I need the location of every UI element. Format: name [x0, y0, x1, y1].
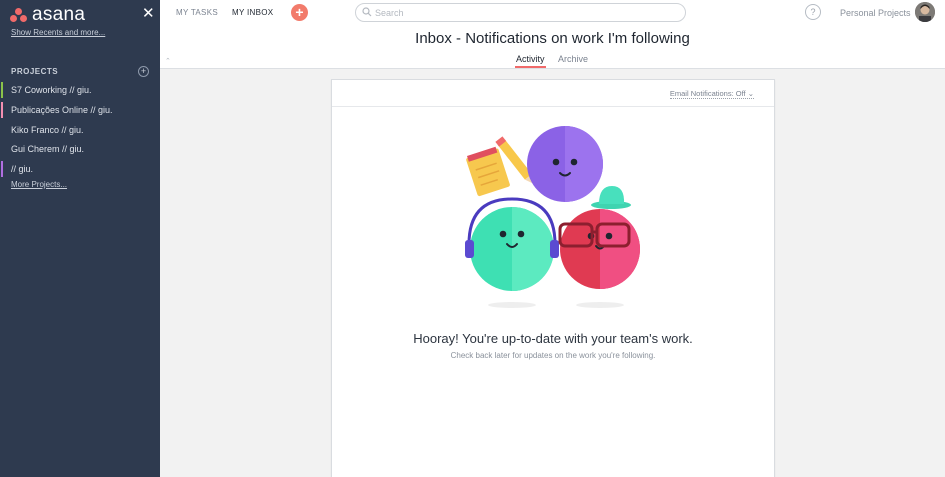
projects-heading: PROJECTS [11, 67, 59, 76]
search-icon [362, 7, 372, 17]
avatar[interactable] [915, 2, 935, 22]
project-label: Gui Cherem // giu. [11, 144, 85, 154]
help-button[interactable]: ? [805, 4, 821, 20]
add-project-icon[interactable]: + [138, 66, 149, 77]
workspace-switcher[interactable]: Personal Projects [840, 8, 911, 18]
sidebar-item-project[interactable]: Kiko Franco // giu. [0, 121, 160, 139]
card-toolbar: Email Notifications: Off ⌄ [332, 80, 774, 107]
inbox-card: Email Notifications: Off ⌄ Hooray! You'r… [331, 79, 775, 477]
logo-text: asana [32, 4, 86, 25]
asana-logo[interactable]: asana [10, 4, 85, 26]
show-recents-link[interactable]: Show Recents and more... [11, 28, 105, 37]
avatar-image [915, 2, 935, 22]
collapse-icon[interactable]: ⌃ [165, 57, 171, 65]
page-header: Inbox - Notifications on work I'm follow… [160, 26, 945, 69]
empty-state-heading: Hooray! You're up-to-date with your team… [413, 331, 693, 346]
project-color-bar [1, 102, 3, 118]
sidebar-item-project[interactable]: Gui Cherem // giu. [0, 140, 160, 158]
sidebar: asana ✕ Show Recents and more... PROJECT… [0, 0, 160, 477]
close-sidebar-icon[interactable]: ✕ [142, 4, 155, 22]
empty-state-subtext: Check back later for updates on the work… [450, 351, 656, 360]
more-projects-link[interactable]: More Projects... [11, 180, 67, 189]
search-bar[interactable] [355, 3, 686, 22]
sidebar-item-project[interactable]: Publicações Online // giu. [0, 101, 160, 119]
asana-logo-icon [10, 8, 28, 22]
search-input[interactable] [375, 6, 675, 19]
tab-activity[interactable]: Activity [515, 54, 546, 68]
sidebar-item-project[interactable]: S7 Coworking // giu. [0, 81, 160, 99]
page-title: Inbox - Notifications on work I'm follow… [415, 30, 690, 47]
project-label: // giu. [11, 164, 34, 174]
project-label: Kiko Franco // giu. [11, 125, 84, 135]
quick-add-button[interactable]: + [291, 4, 308, 21]
empty-inbox-illustration [465, 126, 640, 308]
project-label: Publicações Online // giu. [11, 105, 113, 115]
project-color-bar [1, 82, 3, 98]
top-bar: MY TASKS MY INBOX + ? Personal Projects [160, 0, 945, 26]
sidebar-item-project[interactable]: // giu. [0, 160, 160, 178]
tab-archive[interactable]: Archive [558, 54, 588, 64]
email-notifications-dropdown[interactable]: Email Notifications: Off ⌄ [669, 89, 754, 99]
tab-my-tasks[interactable]: MY TASKS [176, 8, 218, 17]
project-color-bar [1, 161, 3, 177]
project-label: S7 Coworking // giu. [11, 85, 92, 95]
tab-my-inbox[interactable]: MY INBOX [232, 8, 273, 17]
